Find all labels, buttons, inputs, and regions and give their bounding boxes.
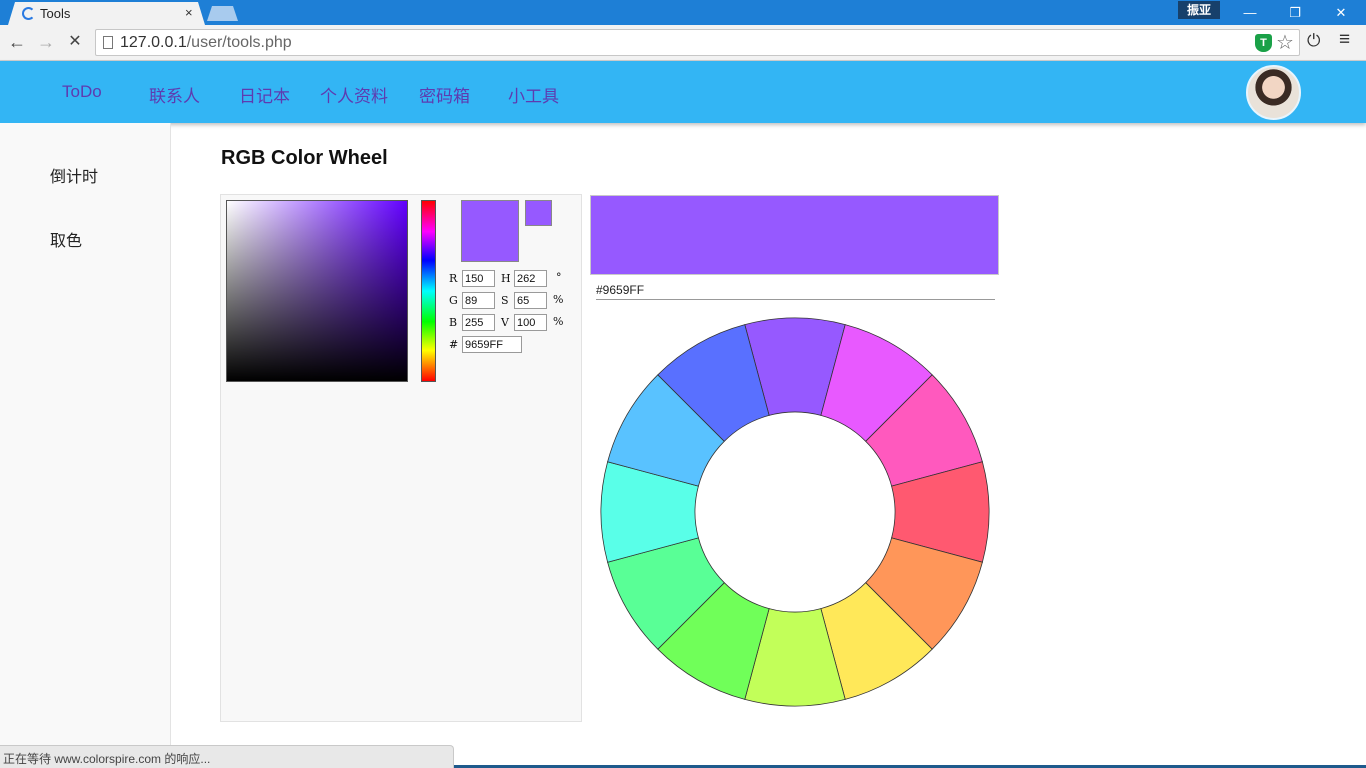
stop-loading-icon[interactable]: ✕ (64, 31, 86, 53)
v-input[interactable] (514, 314, 547, 331)
b-label: B (449, 316, 458, 329)
page-icon (103, 36, 113, 49)
browser-tab[interactable]: Tools × (8, 2, 205, 25)
browser-toolbar: ← → ✕ 127.0.0.1/user/tools.php T ☆ ⏻ ≡ (0, 25, 1366, 61)
sidebar: 倒计时 取色 (0, 123, 171, 768)
address-bar[interactable]: 127.0.0.1/user/tools.php T ☆ (95, 29, 1300, 56)
h-unit: ° (556, 271, 562, 284)
bookmark-star-icon[interactable]: ☆ (1276, 30, 1294, 55)
nav-diary[interactable]: 日记本 (239, 82, 290, 107)
nav-profile[interactable]: 个人资料 (320, 82, 388, 107)
g-input[interactable] (462, 292, 495, 309)
current-color-swatch[interactable] (525, 200, 552, 226)
power-icon[interactable]: ⏻ (1307, 31, 1320, 51)
r-input[interactable] (462, 270, 495, 287)
menu-icon[interactable]: ≡ (1339, 29, 1350, 51)
status-bar: 正在等待 www.colorspire.com 的响应... (0, 745, 454, 768)
avatar[interactable] (1246, 65, 1301, 120)
v-unit: % (553, 315, 564, 328)
color-picker-panel: R H ° G S % B V % # (220, 194, 582, 722)
color-wheel[interactable] (600, 317, 990, 707)
loading-spinner-icon (22, 7, 35, 20)
h-input[interactable] (514, 270, 547, 287)
nav-tools[interactable]: 小工具 (508, 82, 559, 107)
url-text[interactable]: 127.0.0.1/user/tools.php (120, 34, 292, 52)
back-arrow-icon[interactable]: ← (6, 31, 28, 53)
restore-icon[interactable]: ❐ (1272, 0, 1318, 25)
minimize-icon[interactable]: — (1227, 0, 1273, 25)
window-close-icon[interactable]: ✕ (1318, 0, 1364, 25)
nav-password-box[interactable]: 密码箱 (419, 82, 470, 107)
hex-input[interactable] (462, 336, 522, 353)
h-label: H (501, 272, 511, 285)
tab-title: Tools (40, 6, 71, 21)
site-header: ToDo 联系人 日记本 个人资料 密码箱 小工具 (0, 61, 1366, 123)
forward-arrow-icon[interactable]: → (35, 31, 57, 53)
browser-tab-bar: Tools × 振亚 — ❐ ✕ (0, 0, 1366, 25)
color-preview-bar (590, 195, 999, 275)
s-input[interactable] (514, 292, 547, 309)
sidebar-item-color-picker[interactable]: 取色 (50, 227, 82, 251)
new-tab-button[interactable] (207, 6, 238, 21)
page-title: RGB Color Wheel (221, 147, 388, 169)
hash-label: # (449, 338, 459, 351)
r-label: R (449, 272, 458, 285)
v-label: V (501, 316, 509, 329)
hue-slider[interactable] (421, 200, 436, 382)
g-label: G (449, 294, 458, 307)
profile-badge[interactable]: 振亚 (1178, 1, 1220, 19)
hex-code-label: #9659FF (596, 283, 645, 297)
new-color-swatch (461, 200, 519, 262)
sidebar-item-countdown[interactable]: 倒计时 (50, 163, 98, 187)
s-unit: % (553, 293, 564, 306)
s-label: S (501, 294, 509, 307)
tab-close-icon[interactable]: × (185, 5, 193, 20)
divider (596, 299, 995, 300)
nav-todo[interactable]: ToDo (62, 82, 102, 102)
saturation-value-box[interactable] (226, 200, 408, 382)
nav-contacts[interactable]: 联系人 (149, 82, 200, 107)
b-input[interactable] (462, 314, 495, 331)
extension-shield-icon[interactable]: T (1255, 34, 1272, 52)
